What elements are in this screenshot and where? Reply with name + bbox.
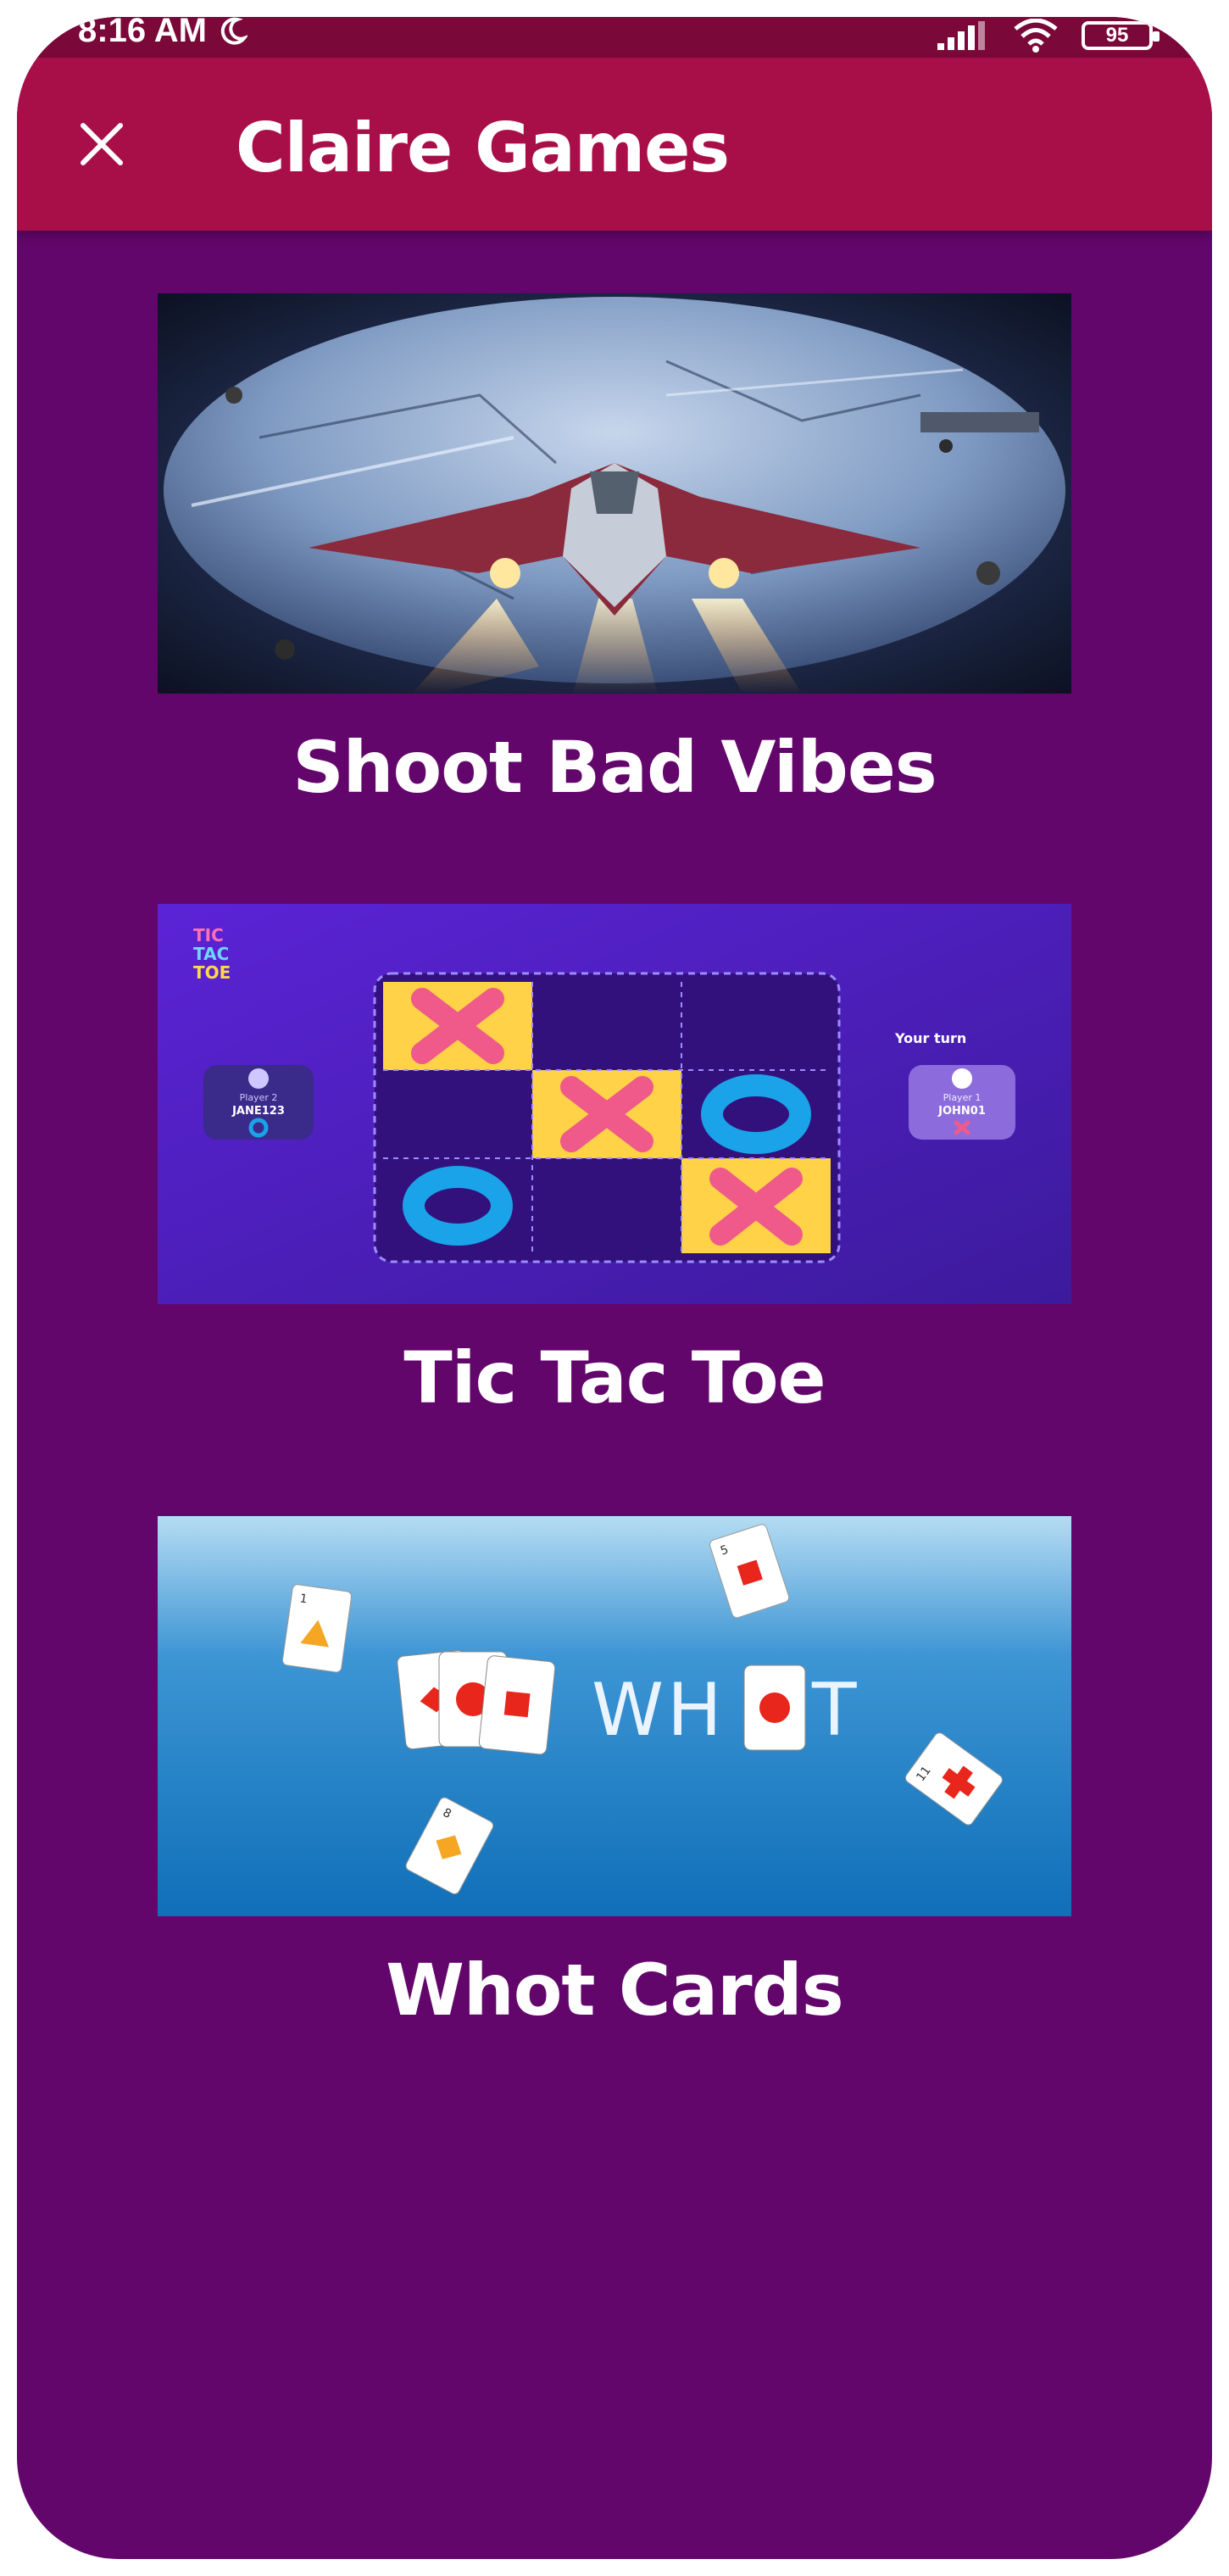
moon-icon xyxy=(220,17,247,45)
battery-level: 95 xyxy=(1105,24,1129,47)
game-thumbnail-tic-tac-toe[interactable]: TIC TAC TOE Player 2 JANE123 Your turn P… xyxy=(158,904,1071,1304)
game-title: Tic Tac Toe xyxy=(403,1336,826,1419)
logo-line-3: TOE xyxy=(193,962,231,983)
status-time: 8:16 AM xyxy=(78,17,247,50)
game-title: Whot Cards xyxy=(386,1949,843,2032)
whot-logo-text: WH xyxy=(592,1668,726,1753)
app-bar: Claire Games xyxy=(17,58,1212,231)
whot-cards-image: 1 5 8 11 WH T xyxy=(158,1516,1071,1916)
game-title: Shoot Bad Vibes xyxy=(292,726,937,809)
close-icon[interactable] xyxy=(76,119,127,170)
player-left-label: Player 2 xyxy=(240,1092,278,1103)
tic-tac-toe-image: TIC TAC TOE Player 2 JANE123 Your turn P… xyxy=(158,904,1071,1304)
game-thumbnail-shoot-bad-vibes[interactable] xyxy=(158,293,1071,694)
signal-icon xyxy=(937,21,985,50)
player-right-name: JOHN01 xyxy=(937,1105,986,1118)
status-bar: 8:16 AM 95 xyxy=(17,17,1212,58)
page-title: Claire Games xyxy=(236,109,730,187)
game-card-tic-tac-toe[interactable]: TIC TAC TOE Player 2 JANE123 Your turn P… xyxy=(158,904,1071,1419)
logo-line-1: TIC xyxy=(193,925,224,945)
game-thumbnail-whot-cards[interactable]: 1 5 8 11 WH T xyxy=(158,1516,1071,1916)
battery-icon: 95 xyxy=(1082,21,1159,50)
game-card-shoot-bad-vibes[interactable]: Shoot Bad Vibes xyxy=(158,293,1071,809)
game-card-whot-cards[interactable]: 1 5 8 11 WH T Whot Cards xyxy=(158,1516,1071,2032)
status-time-text: 8:16 AM xyxy=(78,17,207,49)
app-screen: 8:16 AM 95 Claire Games Shoot Bad Vibes … xyxy=(17,17,1212,2559)
player-right-label: Player 1 xyxy=(943,1092,982,1103)
player-left-name: JANE123 xyxy=(231,1105,285,1118)
whot-logo-end: T xyxy=(811,1668,857,1753)
status-icons: 95 xyxy=(937,19,1159,53)
wifi-icon xyxy=(1014,19,1058,53)
spaceship-image xyxy=(158,293,1071,694)
logo-line-2: TAC xyxy=(193,944,229,964)
your-turn-label: Your turn xyxy=(894,1030,966,1046)
